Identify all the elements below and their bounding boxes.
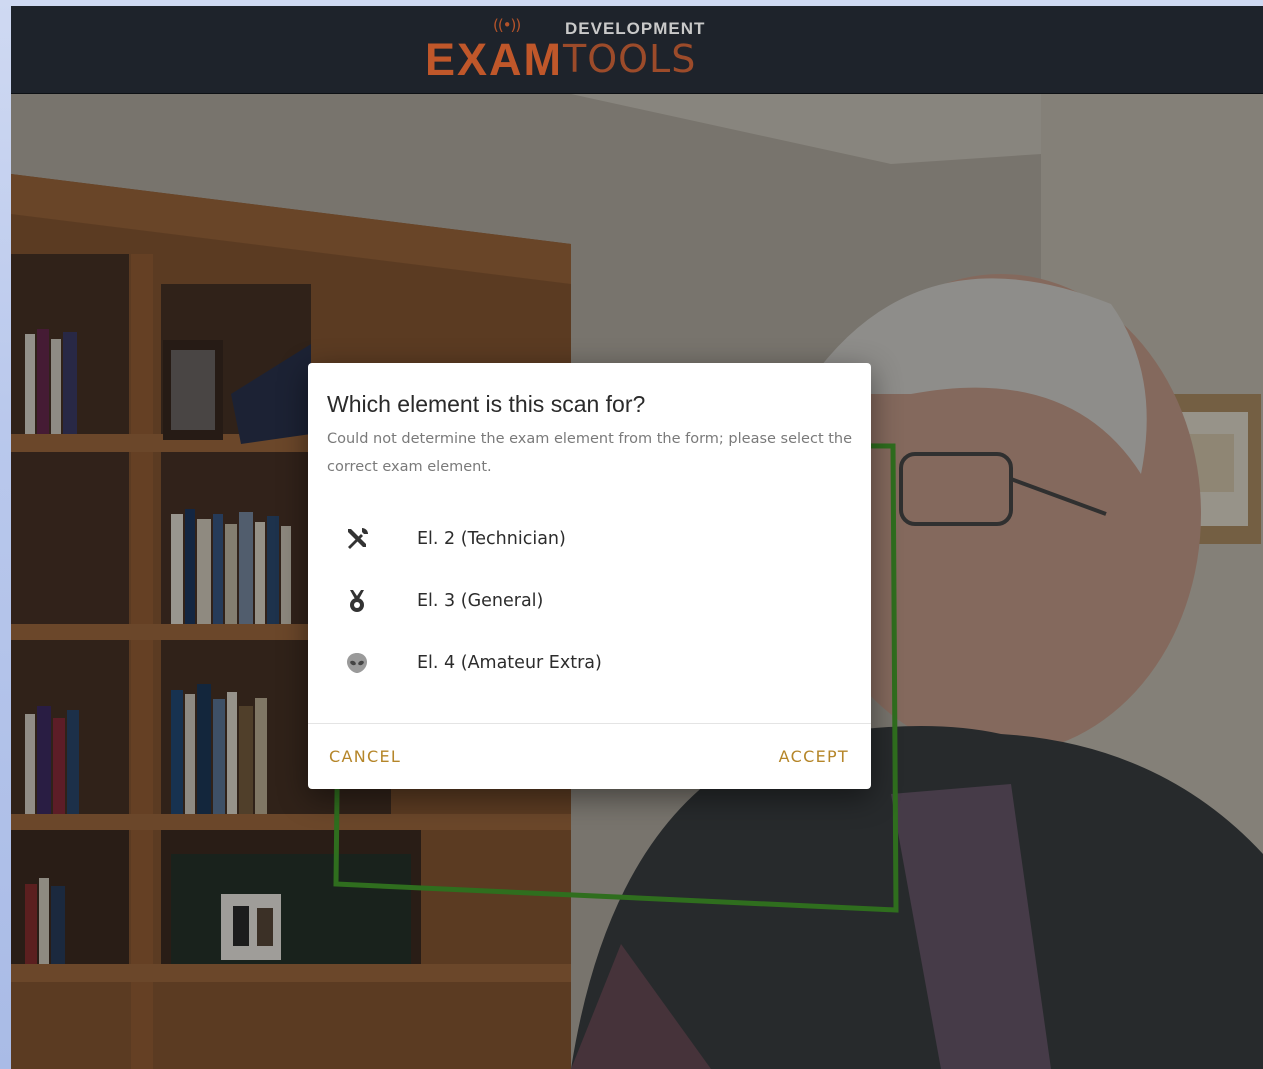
dialog-title: Which element is this scan for? — [327, 391, 646, 417]
logo-tools-text: TOOLS — [563, 37, 697, 81]
cancel-button[interactable]: CANCEL — [327, 739, 403, 775]
logo-development-text: DEVELOPMENT — [565, 19, 706, 38]
dialog-subtitle: Could not determine the exam element fro… — [327, 431, 853, 475]
alien-icon — [327, 650, 389, 676]
logo-exam-text: EXAM — [425, 34, 564, 85]
dialog-divider — [308, 723, 871, 724]
option-technician[interactable]: El. 2 (Technician) — [327, 511, 852, 567]
exam-tools-logo[interactable]: ((•)) EXAM DEVELOPMENT TOOLS — [425, 15, 725, 87]
option-general-label: El. 3 (General) — [417, 591, 544, 611]
accept-button[interactable]: ACCEPT — [777, 739, 851, 775]
app-header: ((•)) EXAM DEVELOPMENT TOOLS — [11, 6, 1263, 94]
option-general[interactable]: El. 3 (General) — [327, 573, 852, 629]
option-amateur-extra-label: El. 4 (Amateur Extra) — [417, 653, 602, 673]
option-technician-label: El. 2 (Technician) — [417, 529, 566, 549]
logo-signal-mark: ((•)) — [493, 16, 521, 34]
tools-icon — [327, 526, 389, 552]
option-amateur-extra[interactable]: El. 4 (Amateur Extra) — [327, 635, 852, 691]
medal-icon — [327, 588, 389, 614]
element-select-dialog: Which element is this scan for? Could no… — [308, 363, 871, 789]
